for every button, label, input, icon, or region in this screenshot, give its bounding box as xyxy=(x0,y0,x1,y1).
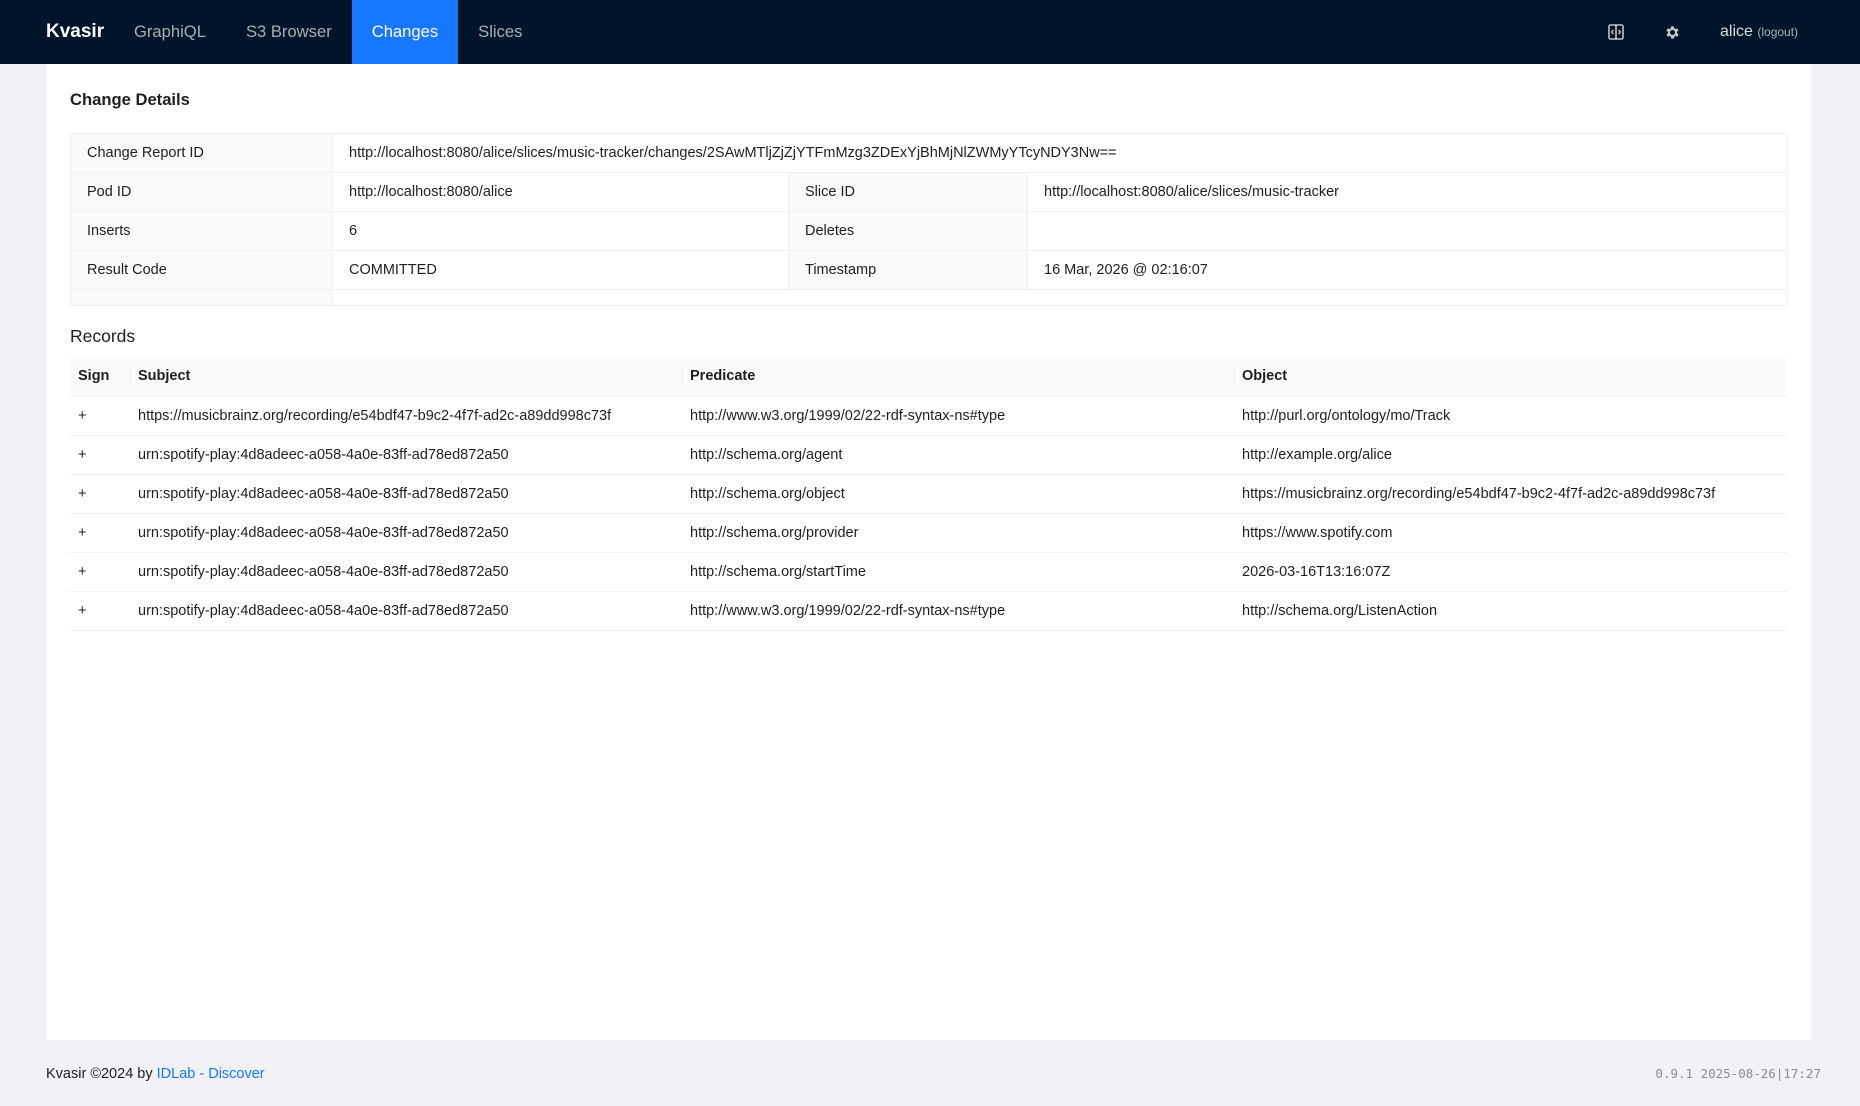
timestamp-label: Timestamp xyxy=(788,250,1028,290)
footer: Kvasir ©2024 by IDLab - Discover xyxy=(46,1066,265,1082)
predicate-cell: http://schema.org/agent xyxy=(682,435,1234,475)
table-row: + urn:spotify-play:4d8adeec-a058-4a0e-83f… xyxy=(70,513,1787,553)
slice-id-label: Slice ID xyxy=(788,172,1028,212)
table-row: + urn:spotify-play:4d8adeec-a058-4a0e-83f… xyxy=(70,552,1787,592)
subject-cell: urn:spotify-play:4d8adeec-a058-4a0e-83ff… xyxy=(130,591,682,631)
change-report-id-value: http://localhost:8080/alice/slices/music… xyxy=(331,133,1789,173)
records-table-body: + https://musicbrainz.org/recording/e54bd… xyxy=(70,396,1787,631)
version-label: 0.9.1 2025-08-26|17:27 xyxy=(1655,1066,1821,1081)
object-cell: https://musicbrainz.org/recording/e54bdf… xyxy=(1234,474,1787,514)
empty-label-cell xyxy=(70,289,333,306)
sign-cell: + xyxy=(70,396,130,436)
deletes-label: Deletes xyxy=(788,211,1028,251)
username: alice xyxy=(1720,23,1753,40)
table-row: + urn:spotify-play:4d8adeec-a058-4a0e-83f… xyxy=(70,474,1787,514)
predicate-cell: http://schema.org/startTime xyxy=(682,552,1234,592)
logout-link[interactable]: (logout) xyxy=(1757,25,1798,39)
object-cell: https://www.spotify.com xyxy=(1234,513,1787,553)
gear-icon[interactable] xyxy=(1662,22,1682,42)
sign-cell: + xyxy=(70,435,130,475)
column-header-subject: Subject xyxy=(130,357,682,397)
records-table: Sign Subject Predicate Object + https://m… xyxy=(70,357,1787,631)
object-cell: http://schema.org/ListenAction xyxy=(1234,591,1787,631)
subject-cell: https://musicbrainz.org/recording/e54bdf… xyxy=(130,396,682,436)
table-row: + urn:spotify-play:4d8adeec-a058-4a0e-83f… xyxy=(70,435,1787,475)
pod-id-value: http://localhost:8080/alice xyxy=(332,172,789,212)
top-navbar: Kvasir GraphiQL S3 Browser Changes Slice… xyxy=(0,0,1860,64)
change-details-table: Change Report ID http://localhost:8080/a… xyxy=(70,133,1789,306)
object-cell: http://example.org/alice xyxy=(1234,435,1787,475)
table-row: + https://musicbrainz.org/recording/e54bd… xyxy=(70,396,1787,436)
subject-cell: urn:spotify-play:4d8adeec-a058-4a0e-83ff… xyxy=(130,435,682,475)
sign-cell: + xyxy=(70,513,130,553)
sign-cell: + xyxy=(70,474,130,514)
user-menu[interactable]: alice (logout) xyxy=(1720,0,1798,64)
change-report-id-label: Change Report ID xyxy=(70,133,333,173)
main-content: Change Details Change Report ID http://l… xyxy=(46,64,1811,1040)
footer-link[interactable]: IDLab - Discover xyxy=(157,1066,265,1082)
nav-item-slices[interactable]: Slices xyxy=(458,0,542,64)
result-code-value: COMMITTED xyxy=(332,250,789,290)
nav-item-changes[interactable]: Changes xyxy=(351,0,459,64)
table-row: + urn:spotify-play:4d8adeec-a058-4a0e-83f… xyxy=(70,591,1787,631)
empty-value-cell xyxy=(331,289,1789,306)
slice-id-value: http://localhost:8080/alice/slices/music… xyxy=(1026,172,1789,212)
predicate-cell: http://www.w3.org/1999/02/22-rdf-syntax-… xyxy=(682,396,1234,436)
subject-cell: urn:spotify-play:4d8adeec-a058-4a0e-83ff… xyxy=(130,513,682,553)
deletes-value xyxy=(1026,211,1789,251)
split-view-icon[interactable] xyxy=(1606,22,1626,42)
sign-cell: + xyxy=(70,591,130,631)
column-header-object: Object xyxy=(1234,357,1787,397)
timestamp-value: 16 Mar, 2026 @ 02:16:07 xyxy=(1026,250,1789,290)
predicate-cell: http://schema.org/provider xyxy=(682,513,1234,553)
predicate-cell: http://www.w3.org/1999/02/22-rdf-syntax-… xyxy=(682,591,1234,631)
inserts-label: Inserts xyxy=(70,211,333,251)
predicate-cell: http://schema.org/object xyxy=(682,474,1234,514)
footer-text: Kvasir ©2024 by xyxy=(46,1066,153,1082)
object-cell: http://purl.org/ontology/mo/Track xyxy=(1234,396,1787,436)
records-title: Records xyxy=(70,326,136,346)
subject-cell: urn:spotify-play:4d8adeec-a058-4a0e-83ff… xyxy=(130,552,682,592)
app-logo[interactable]: Kvasir xyxy=(46,0,104,64)
pod-id-label: Pod ID xyxy=(70,172,333,212)
subject-cell: urn:spotify-play:4d8adeec-a058-4a0e-83ff… xyxy=(130,474,682,514)
object-cell: 2026-03-16T13:16:07Z xyxy=(1234,552,1787,592)
nav-item-graphiql[interactable]: GraphiQL xyxy=(114,0,226,64)
column-header-sign: Sign xyxy=(70,357,130,397)
sign-cell: + xyxy=(70,552,130,592)
change-details-title: Change Details xyxy=(70,90,190,109)
main-nav: GraphiQL S3 Browser Changes Slices xyxy=(114,0,542,64)
result-code-label: Result Code xyxy=(70,250,333,290)
column-header-predicate: Predicate xyxy=(682,357,1234,397)
nav-item-s3-browser[interactable]: S3 Browser xyxy=(226,0,352,64)
inserts-value: 6 xyxy=(332,211,789,251)
